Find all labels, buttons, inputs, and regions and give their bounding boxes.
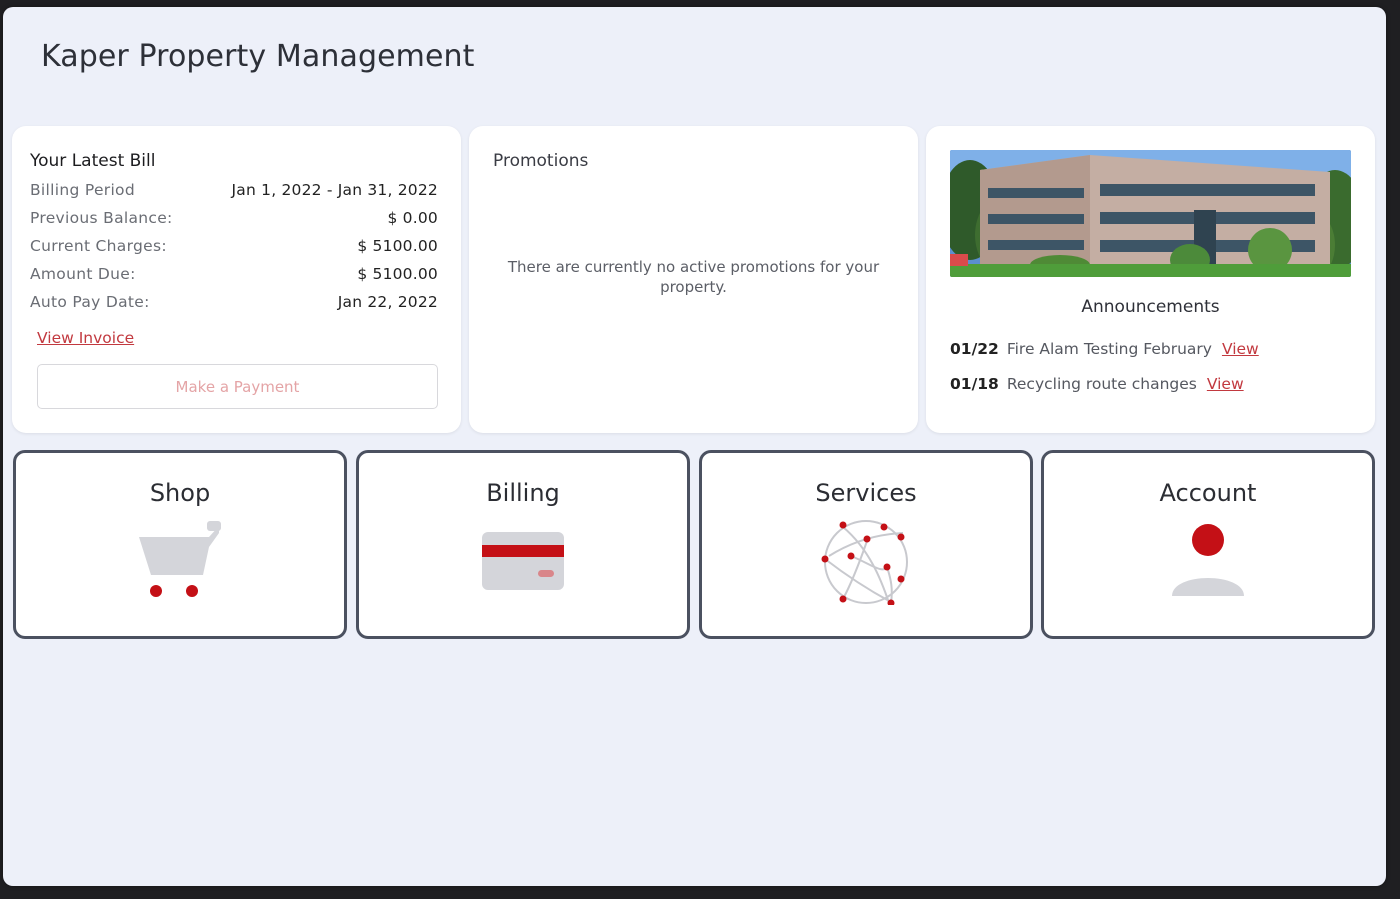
user-profile-icon	[1171, 524, 1245, 602]
promotions-card: Promotions There are currently no active…	[469, 126, 918, 433]
auto-pay-date-row: Auto Pay Date: Jan 22, 2022	[30, 293, 438, 311]
row-label: Amount Due:	[30, 265, 136, 283]
row-value: $ 0.00	[387, 209, 438, 227]
shopping-cart-icon	[139, 521, 221, 601]
tile-label: Account	[1159, 479, 1257, 507]
tile-label: Shop	[149, 479, 211, 507]
building-photo	[950, 150, 1351, 277]
bill-card-title: Your Latest Bill	[30, 151, 156, 171]
announcement-date: 01/22	[950, 340, 999, 358]
announcements-title: Announcements	[1081, 297, 1220, 317]
app-window: Kaper Property Management Your Latest Bi…	[3, 7, 1386, 886]
announcement-text: Recycling route changes	[1006, 375, 1197, 393]
amount-due-row: Amount Due: $ 5100.00	[30, 265, 438, 283]
announcement-item: 01/18 Recycling route changes View	[950, 375, 1244, 393]
make-payment-button[interactable]: Make a Payment	[37, 364, 438, 409]
promotions-empty-message: There are currently no active promotions…	[507, 258, 880, 296]
current-charges-row: Current Charges: $ 5100.00	[30, 237, 438, 255]
credit-card-icon	[482, 532, 564, 594]
row-value: $ 5100.00	[357, 265, 438, 283]
announcement-item: 01/22 Fire Alam Testing February View	[950, 340, 1259, 358]
row-value: Jan 1, 2022 - Jan 31, 2022	[231, 181, 438, 199]
row-label: Auto Pay Date:	[30, 293, 150, 311]
announcement-date: 01/18	[950, 375, 999, 393]
row-value: $ 5100.00	[357, 237, 438, 255]
announcement-view-link[interactable]: View	[1222, 340, 1259, 358]
row-value: Jan 22, 2022	[337, 293, 438, 311]
row-label: Current Charges:	[30, 237, 167, 255]
billing-period-row: Billing Period Jan 1, 2022 - Jan 31, 202…	[30, 181, 438, 199]
page-title: Kaper Property Management	[41, 39, 475, 74]
shop-tile[interactable]: Shop	[13, 450, 347, 639]
billing-tile[interactable]: Billing	[356, 450, 690, 639]
network-globe-icon	[821, 519, 911, 609]
tile-label: Services	[815, 479, 917, 507]
tile-label: Billing	[486, 479, 560, 507]
previous-balance-row: Previous Balance: $ 0.00	[30, 209, 438, 227]
announcement-view-link[interactable]: View	[1207, 375, 1244, 393]
view-invoice-link[interactable]: View Invoice	[37, 329, 134, 347]
account-tile[interactable]: Account	[1041, 450, 1375, 639]
row-label: Billing Period	[30, 181, 135, 199]
row-label: Previous Balance:	[30, 209, 173, 227]
announcement-text: Fire Alam Testing February	[1006, 340, 1212, 358]
promotions-title: Promotions	[493, 151, 589, 171]
announcements-card: Announcements 01/22 Fire Alam Testing Fe…	[926, 126, 1375, 433]
latest-bill-card: Your Latest Bill Billing Period Jan 1, 2…	[12, 126, 461, 433]
services-tile[interactable]: Services	[699, 450, 1033, 639]
